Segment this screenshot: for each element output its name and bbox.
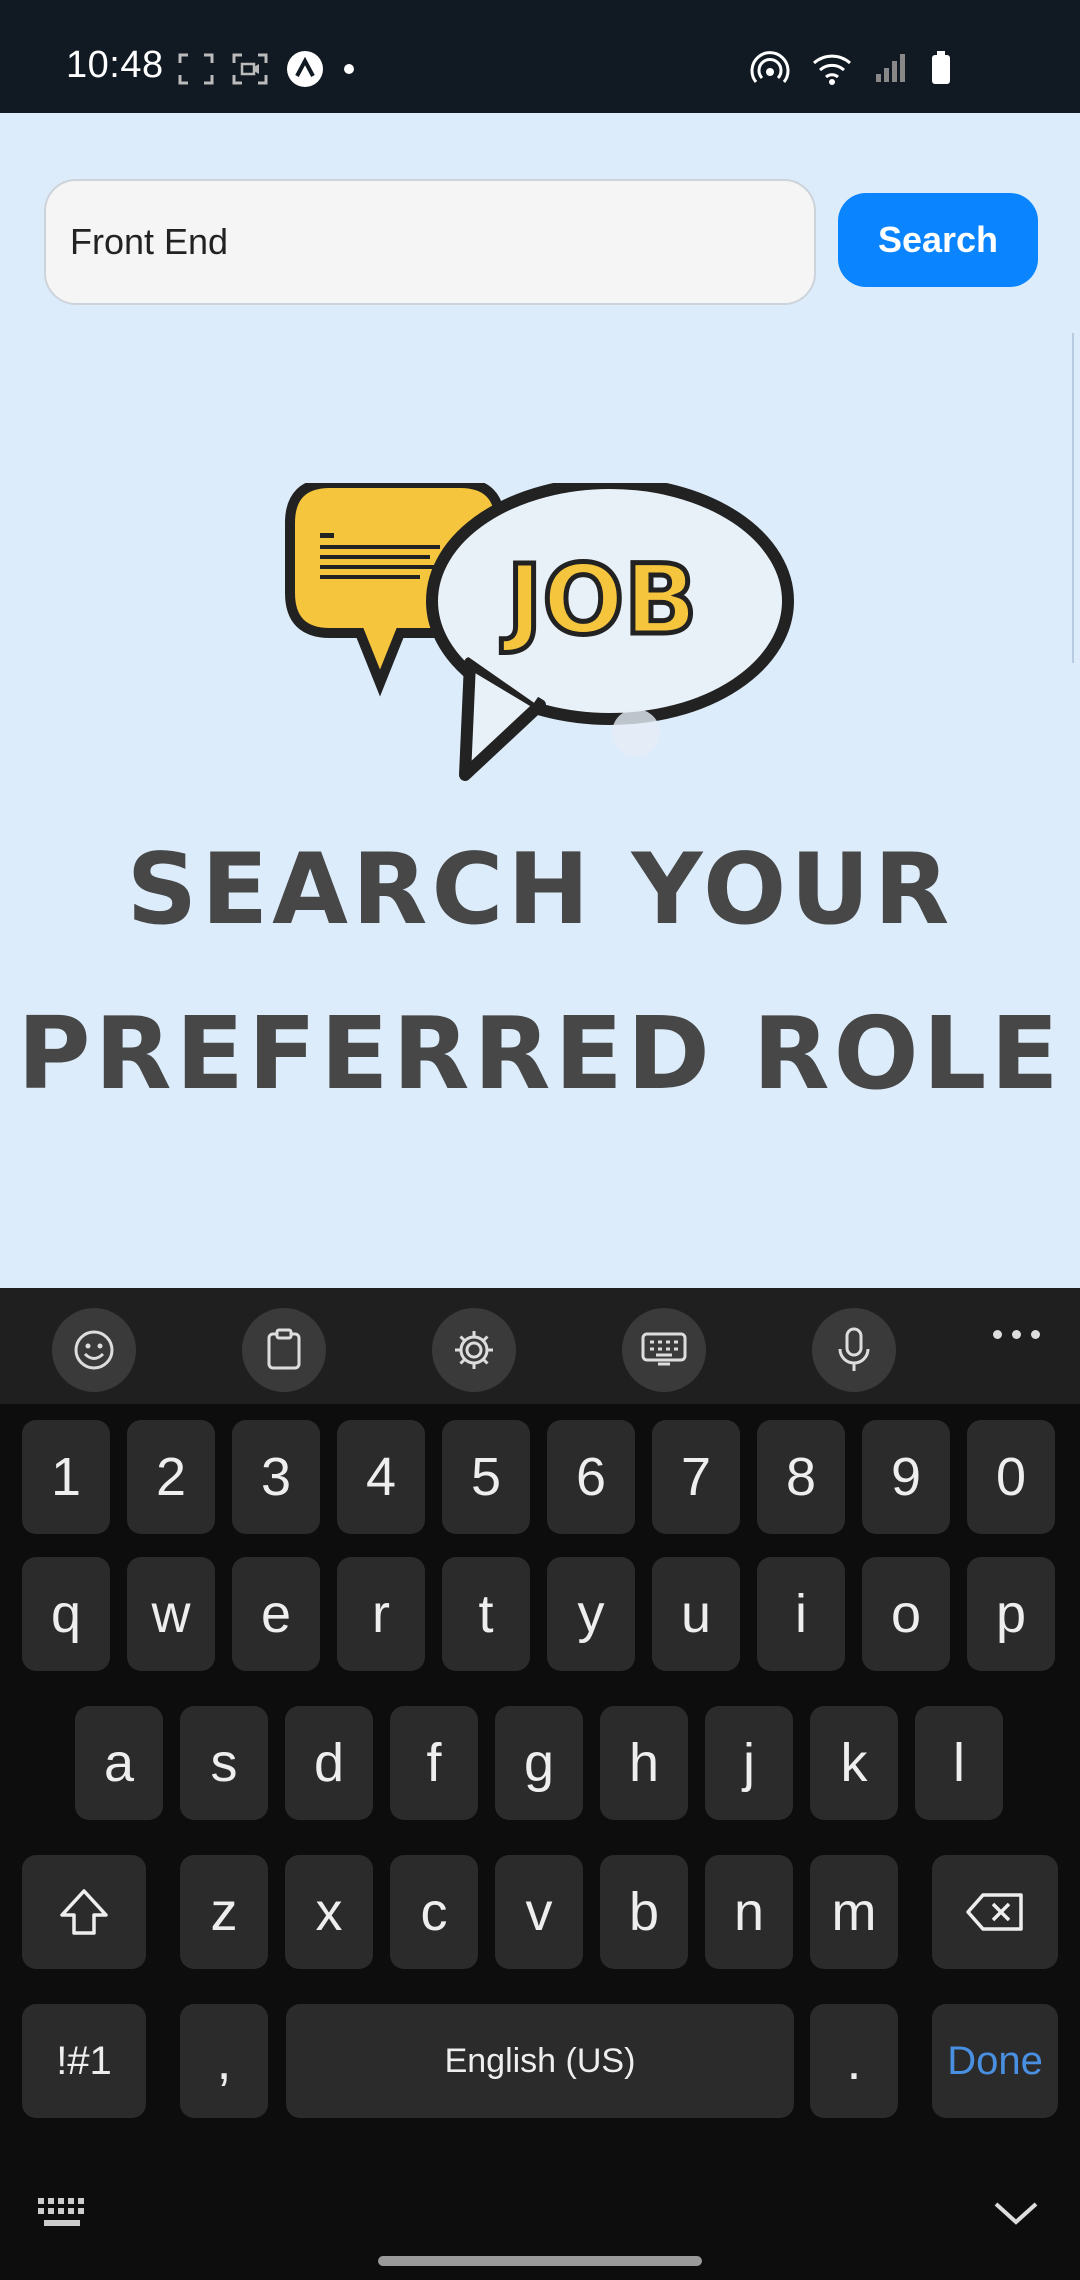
key-r[interactable]: r [337, 1557, 425, 1671]
key-t[interactable]: t [442, 1557, 530, 1671]
app-notification-icon [287, 51, 323, 87]
clipboard-button[interactable] [242, 1308, 326, 1392]
keyboard-mode-button[interactable] [622, 1308, 706, 1392]
key-h[interactable]: h [600, 1706, 688, 1820]
search-button[interactable]: Search [838, 193, 1038, 287]
navigation-handle[interactable] [378, 2256, 702, 2266]
search-input-value: Front End [70, 221, 229, 262]
shift-icon [60, 1889, 108, 1935]
done-key[interactable]: Done [932, 2004, 1058, 2118]
key-period[interactable]: . [810, 2004, 898, 2118]
key-a[interactable]: a [75, 1706, 163, 1820]
key-j[interactable]: j [705, 1706, 793, 1820]
key-y[interactable]: y [547, 1557, 635, 1671]
wifi-icon [813, 54, 851, 85]
voice-input-button[interactable] [812, 1308, 896, 1392]
key-5[interactable]: 5 [442, 1420, 530, 1534]
logo-text: JOB [501, 544, 698, 656]
key-m[interactable]: m [810, 1855, 898, 1969]
key-comma[interactable]: , [180, 2004, 268, 2118]
hotspot-icon [750, 51, 790, 83]
backspace-icon [966, 1893, 1023, 1931]
key-1[interactable]: 1 [22, 1420, 110, 1534]
emoji-button[interactable] [52, 1308, 136, 1392]
key-f[interactable]: f [390, 1706, 478, 1820]
key-n[interactable]: n [705, 1855, 793, 1969]
search-input[interactable]: Front End [44, 179, 816, 305]
key-9[interactable]: 9 [862, 1420, 950, 1534]
headline-line-2: PREFERRED ROLE [17, 995, 1063, 1112]
dot-icon [344, 64, 354, 74]
key-i[interactable]: i [757, 1557, 845, 1671]
shift-key[interactable] [22, 1855, 146, 1969]
key-8[interactable]: 8 [757, 1420, 845, 1534]
scrollbar [1072, 333, 1080, 663]
key-g[interactable]: g [495, 1706, 583, 1820]
key-3[interactable]: 3 [232, 1420, 320, 1534]
keyboard-toolbar [0, 1288, 1080, 1404]
key-z[interactable]: z [180, 1855, 268, 1969]
key-6[interactable]: 6 [547, 1420, 635, 1534]
key-k[interactable]: k [810, 1706, 898, 1820]
key-2[interactable]: 2 [127, 1420, 215, 1534]
key-b[interactable]: b [600, 1855, 688, 1969]
keyboard-mode-icon [641, 1332, 687, 1366]
key-4[interactable]: 4 [337, 1420, 425, 1534]
screenshot-icon [178, 53, 214, 85]
app-content: Front End Search JOB SEARCH YOUR PREFERR… [0, 113, 1080, 1288]
keyboard-switch-icon[interactable] [36, 2196, 92, 2232]
settings-icon [455, 1331, 493, 1369]
key-p[interactable]: p [967, 1557, 1055, 1671]
key-e[interactable]: e [232, 1557, 320, 1671]
key-l[interactable]: l [915, 1706, 1003, 1820]
key-7[interactable]: 7 [652, 1420, 740, 1534]
clipboard-icon [267, 1328, 301, 1370]
emoji-icon [74, 1330, 114, 1370]
key-w[interactable]: w [127, 1557, 215, 1671]
screen-record-icon [232, 53, 268, 85]
key-s[interactable]: s [180, 1706, 268, 1820]
backspace-key[interactable] [932, 1855, 1058, 1969]
headline-line-1: SEARCH YOUR [126, 833, 954, 947]
battery-icon [932, 51, 950, 84]
key-d[interactable]: d [285, 1706, 373, 1820]
key-c[interactable]: c [390, 1855, 478, 1969]
hide-keyboard-icon[interactable] [992, 2198, 1040, 2228]
key-q[interactable]: q [22, 1557, 110, 1671]
settings-button[interactable] [432, 1308, 516, 1392]
key-0[interactable]: 0 [967, 1420, 1055, 1534]
signal-icon [876, 54, 905, 82]
key-v[interactable]: v [495, 1855, 583, 1969]
key-o[interactable]: o [862, 1557, 950, 1671]
space-key[interactable]: English (US) [286, 2004, 794, 2118]
more-icon[interactable] [993, 1330, 1040, 1339]
soft-keyboard: 1 2 3 4 5 6 7 8 9 0 q w e r t y u i o p a s d f g h j k l z x c v b n m !#1,… [0, 1288, 1080, 2280]
key-u[interactable]: u [652, 1557, 740, 1671]
key-x[interactable]: x [285, 1855, 373, 1969]
mic-icon [838, 1327, 870, 1371]
symbols-key[interactable]: !#1 [22, 2004, 146, 2118]
status-time: 10:48 [66, 44, 164, 86]
status-bar: 10:48 [0, 0, 1080, 113]
